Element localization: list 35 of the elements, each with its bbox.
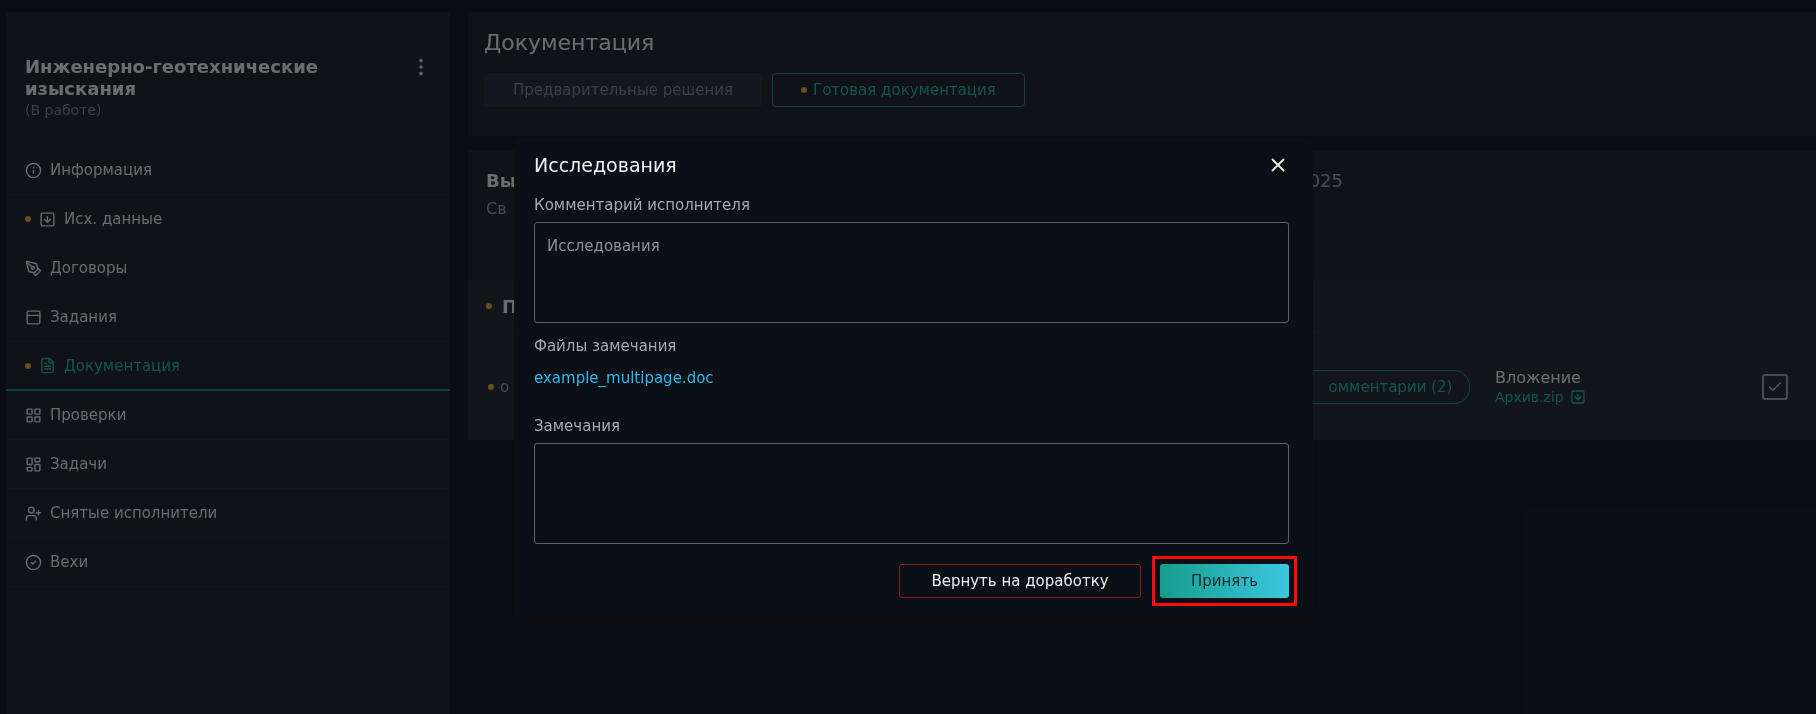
attachment-link[interactable]: Архив.zip [1495, 389, 1564, 405]
project-title: Инженерно-геотехнические изыскания [25, 56, 319, 100]
card-subheading: Св [486, 199, 508, 218]
checkbox[interactable] [1762, 373, 1788, 400]
page-title: Документация [484, 30, 656, 55]
download-icon [39, 210, 56, 228]
sidebar-item[interactable]: Снятые исполнители [6, 489, 450, 538]
pen-icon [25, 259, 42, 277]
sidebar-item[interactable]: Проверки [6, 391, 450, 440]
attachment-label: Вложение [1495, 368, 1582, 387]
download-icon[interactable] [1569, 389, 1586, 405]
sidebar-item[interactable]: Задания [6, 293, 450, 342]
sidebar-item[interactable]: Вехи [6, 538, 450, 587]
check-circle-icon [25, 553, 42, 571]
sidebar-item[interactable]: Документация [6, 342, 450, 391]
document-icon [39, 357, 56, 374]
sidebar-item[interactable]: Задачи [6, 440, 450, 489]
grid-icon [25, 406, 42, 424]
sidebar-item[interactable]: Информация [6, 146, 450, 195]
file-link[interactable]: example_multipage.doc [534, 369, 714, 387]
sidebar-item[interactable]: Договоры [6, 244, 450, 293]
remarks-field[interactable] [534, 443, 1289, 544]
modal-title: Исследования [534, 154, 677, 176]
layout-icon [25, 455, 42, 473]
tab[interactable]: Готовая документация [772, 73, 1025, 107]
sidebar-item[interactable]: Исх. данные [6, 195, 450, 244]
field-label: Файлы замечания [534, 337, 678, 355]
field-label: Замечания [534, 417, 621, 435]
info-icon [25, 161, 42, 179]
field-label: Комментарий исполнителя [534, 196, 751, 214]
return-button[interactable]: Вернуть на доработку [899, 564, 1141, 598]
window-icon [25, 308, 42, 326]
user-plus-icon [25, 504, 42, 522]
comment-field[interactable]: Исследования [534, 222, 1289, 323]
accept-button[interactable]: Принять [1160, 564, 1289, 598]
